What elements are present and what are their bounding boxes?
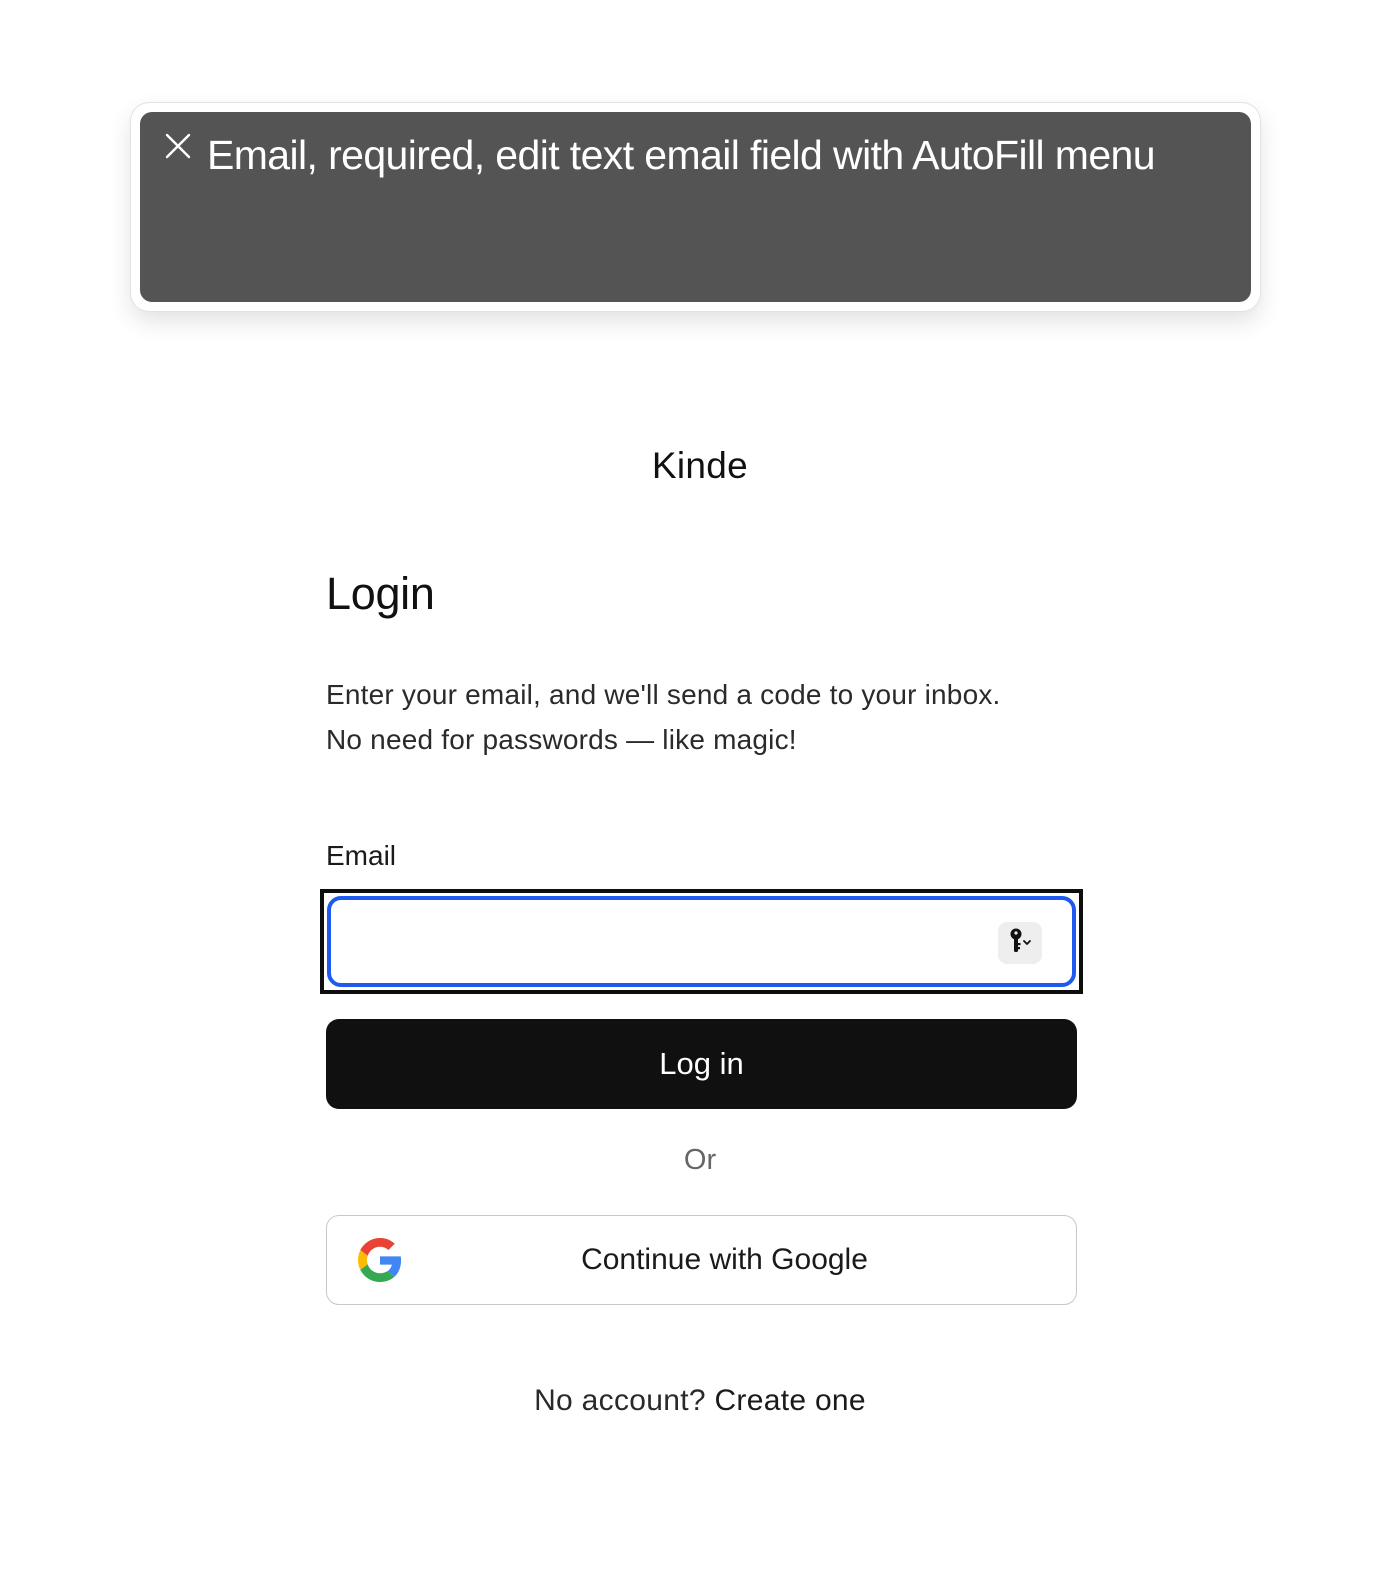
no-account-text: No account? [534, 1384, 706, 1417]
email-input[interactable] [331, 900, 1072, 983]
voiceover-caption-text: Email, required, edit text email field w… [207, 132, 1156, 178]
voiceover-caption-panel: Email, required, edit text email field w… [131, 103, 1260, 311]
page-title: Login [326, 568, 435, 619]
continue-with-google-button[interactable]: Continue with Google [326, 1215, 1077, 1305]
login-description: Enter your email, and we'll send a code … [326, 672, 1001, 762]
email-field-wrapper [327, 896, 1076, 987]
or-divider: Or [683, 1144, 717, 1176]
brand-name: Kinde [651, 445, 749, 486]
email-label: Email [326, 840, 397, 871]
autofill-menu-button[interactable] [998, 922, 1042, 964]
signup-prompt: No account? Create one [0, 1384, 1400, 1418]
create-account-link[interactable]: Create one [714, 1384, 865, 1417]
key-icon [1005, 926, 1035, 961]
voiceover-caption-body: Email, required, edit text email field w… [140, 112, 1251, 302]
description-line-2: No need for passwords — like magic! [326, 724, 797, 755]
google-button-label: Continue with Google [581, 1243, 868, 1276]
close-icon[interactable] [164, 132, 192, 160]
log-in-button[interactable]: Log in [326, 1019, 1077, 1109]
description-line-1: Enter your email, and we'll send a code … [326, 679, 1001, 710]
